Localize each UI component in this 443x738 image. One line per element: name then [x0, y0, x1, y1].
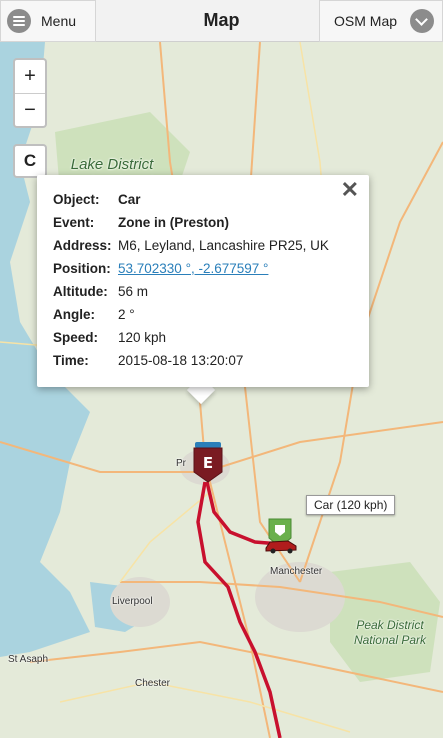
popup-row-altitude: Altitude: 56 m: [53, 280, 329, 303]
map-type-button[interactable]: OSM Map: [319, 0, 443, 42]
popup-row-event: Event: Zone in (Preston): [53, 211, 329, 234]
popup-key: Object:: [53, 192, 100, 207]
zoom-control: + −: [13, 58, 47, 128]
popup-key: Speed:: [53, 330, 99, 345]
town-label-liverpool: Liverpool: [112, 596, 153, 607]
peak-district-label: Peak District National Park: [353, 618, 427, 647]
popup-value-object: Car: [118, 192, 141, 207]
event-marker-icon[interactable]: E: [190, 442, 226, 484]
town-label-chester: Chester: [135, 678, 171, 689]
popup-key: Position:: [53, 261, 111, 276]
hamburger-icon: [7, 9, 31, 33]
popup-row-time: Time: 2015-08-18 13:20:07: [53, 349, 329, 372]
popup-value-time: 2015-08-18 13:20:07: [118, 353, 244, 368]
popup-value-angle: 2 °: [118, 307, 135, 322]
popup-key: Event:: [53, 215, 95, 230]
popup-row-object: Object: Car: [53, 188, 329, 211]
map-type-label: OSM Map: [334, 13, 398, 29]
town-label-preston: Pr: [176, 458, 186, 469]
popup-row-speed: Speed: 120 kph: [53, 326, 329, 349]
center-button[interactable]: C: [13, 144, 47, 178]
zoom-out-button[interactable]: −: [15, 93, 45, 126]
popup-value-altitude: 56 m: [118, 284, 149, 299]
popup-row-address: Address: M6, Leyland, Lancashire PR25, U…: [53, 234, 329, 257]
popup-value-speed: 120 kph: [118, 330, 167, 345]
popup-value-event: Zone in (Preston): [118, 215, 229, 230]
close-icon[interactable]: ✕: [341, 179, 359, 201]
event-popup: ✕ Object: Car Event: Zone in (Preston) A…: [37, 175, 369, 387]
chevron-down-icon: [410, 9, 434, 33]
menu-button[interactable]: Menu: [0, 0, 96, 42]
position-link[interactable]: 53.702330 °, -2.677597 °: [118, 261, 268, 276]
event-marker-letter: E: [203, 454, 213, 472]
popup-value-address: M6, Leyland, Lancashire PR25, UK: [118, 238, 329, 253]
popup-row-position: Position: 53.702330 °, -2.677597 °: [53, 257, 329, 280]
map-view[interactable]: + − C Lake District National Park Peak D…: [0, 42, 443, 738]
zoom-in-button[interactable]: +: [15, 60, 45, 93]
town-label-st-asaph: St Asaph: [8, 654, 49, 665]
menu-label: Menu: [41, 13, 77, 29]
popup-key: Time:: [53, 353, 89, 368]
popup-key: Address:: [53, 238, 112, 253]
car-icon[interactable]: [264, 538, 298, 554]
popup-key: Angle:: [53, 307, 95, 322]
town-label-manchester: Manchester: [270, 566, 323, 577]
car-speed-label[interactable]: Car (120 kph): [306, 495, 396, 515]
popup-row-angle: Angle: 2 °: [53, 303, 329, 326]
top-bar: Menu Map OSM Map: [0, 0, 443, 42]
popup-key: Altitude:: [53, 284, 108, 299]
